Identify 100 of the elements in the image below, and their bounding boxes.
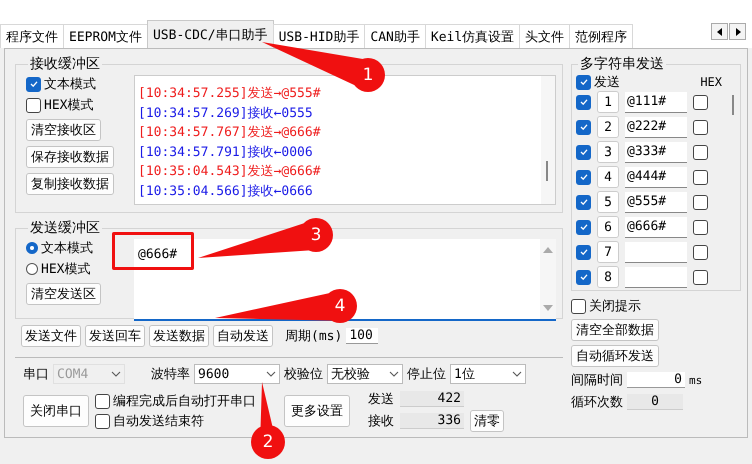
checkbox[interactable] <box>571 298 586 314</box>
loop-count: 0 <box>627 394 683 410</box>
clear-all-button[interactable]: 清空全部数据 <box>571 319 659 341</box>
log-line: [10:34:57.269]接收←0555 <box>138 104 314 122</box>
send-string-button[interactable]: 6 <box>597 216 619 238</box>
receive-action-button[interactable]: 复制接收数据 <box>26 173 114 195</box>
log-line: [10:35:04.543]发送→@666# <box>138 163 322 181</box>
radio-label: HEX模式 <box>41 261 90 278</box>
check-icon <box>28 79 38 89</box>
check-icon <box>578 147 588 157</box>
radio-label: 文本模式 <box>41 240 93 257</box>
interval-unit: ms <box>689 374 702 386</box>
interval-field[interactable]: 0 <box>627 372 685 388</box>
checkbox[interactable] <box>576 244 591 260</box>
tab[interactable]: 范例程序 <box>569 24 634 48</box>
hex-checkbox[interactable] <box>693 170 708 184</box>
receive-action-button[interactable]: 保存接收数据 <box>26 146 114 168</box>
checkbox[interactable] <box>576 270 591 284</box>
string-field[interactable]: @444# <box>625 166 687 188</box>
send-action-button[interactable]: 自动发送 <box>213 325 273 347</box>
tab[interactable]: USB-CDC/串口助手 <box>146 20 274 48</box>
string-field[interactable]: @333# <box>625 142 687 162</box>
hex-checkbox[interactable] <box>693 144 708 160</box>
hex-checkbox[interactable] <box>693 94 708 110</box>
checkbox[interactable] <box>576 194 591 210</box>
checkbox-label: HEX模式 <box>44 97 94 114</box>
string-field[interactable]: @555# <box>625 192 687 212</box>
radio-button[interactable] <box>26 263 38 275</box>
checkbox-label: 发送 <box>594 74 620 91</box>
check-icon <box>578 197 588 207</box>
log-line: [10:34:57.791]接收←0006 <box>138 144 314 162</box>
send-string-button[interactable]: 1 <box>597 91 619 113</box>
baud-label: 波特率 <box>151 366 190 383</box>
check-icon <box>578 272 588 282</box>
clear-send-button[interactable]: 清空发送区 <box>26 283 101 305</box>
scroll-right-button[interactable] <box>729 23 746 40</box>
period-field[interactable]: 100 <box>346 328 378 344</box>
receive-action-button[interactable]: 清空接收区 <box>26 119 101 141</box>
checkbox[interactable] <box>95 414 110 428</box>
radio-button[interactable] <box>26 242 38 254</box>
parity-dropdown[interactable]: 无校验 <box>327 364 403 384</box>
caret-icon <box>512 371 522 377</box>
send-string-button[interactable]: 7 <box>597 241 619 263</box>
hex-checkbox[interactable] <box>693 194 708 210</box>
auto-loop-send-button[interactable]: 自动循环发送 <box>571 345 659 367</box>
string-field[interactable]: @222# <box>625 116 687 138</box>
checkbox-label: 编程完成后自动打开串口 <box>113 393 256 410</box>
log-line: [10:34:57.767]发送→@666# <box>138 124 322 142</box>
hex-column-label: HEX <box>700 75 722 89</box>
received-count-label: 接收 <box>368 413 394 430</box>
string-field[interactable]: @111# <box>625 92 687 112</box>
group-title: 多字符串发送 <box>579 55 665 73</box>
group-title: 接收缓冲区 <box>29 55 101 73</box>
scroll-left-button[interactable] <box>711 23 728 40</box>
baud-dropdown[interactable]: 9600 <box>194 364 280 384</box>
send-string-button[interactable]: 8 <box>597 266 619 288</box>
right-arrow-icon <box>734 28 740 36</box>
interval-label: 间隔时间 <box>571 372 623 389</box>
checkbox-label: 文本模式 <box>44 76 96 93</box>
checkbox[interactable] <box>576 220 591 234</box>
scrollbar[interactable] <box>541 76 555 204</box>
more-settings-button[interactable]: 更多设置 <box>284 395 350 427</box>
caret-icon <box>266 371 276 377</box>
send-string-button[interactable]: 5 <box>597 191 619 213</box>
stop-bits-dropdown[interactable]: 1位 <box>450 364 526 384</box>
check-icon <box>578 122 588 132</box>
checkbox[interactable] <box>576 120 591 134</box>
left-arrow-icon <box>716 28 722 36</box>
hex-checkbox[interactable] <box>693 270 708 284</box>
send-string-button[interactable]: 3 <box>597 141 619 163</box>
checkbox[interactable] <box>576 94 591 110</box>
caret-icon <box>111 371 121 377</box>
tab[interactable]: USB-HID助手 <box>272 24 366 48</box>
stop-bits-label: 停止位 <box>407 366 446 383</box>
send-action-button[interactable]: 发送回车 <box>85 325 145 347</box>
sent-count: 422 <box>400 391 464 407</box>
port-label: 串口 <box>23 366 49 383</box>
checkbox[interactable] <box>576 74 591 90</box>
sent-count-label: 发送 <box>368 391 394 408</box>
string-field[interactable]: @666# <box>625 216 687 238</box>
close-port-button[interactable]: 关闭串口 <box>23 395 89 427</box>
check-icon <box>578 172 588 182</box>
hex-checkbox[interactable] <box>693 220 708 234</box>
checkbox[interactable] <box>576 144 591 160</box>
hex-checkbox[interactable] <box>693 120 708 134</box>
send-string-button[interactable]: 2 <box>597 116 619 138</box>
check-icon <box>578 247 588 257</box>
string-field[interactable] <box>625 266 687 288</box>
send-action-button[interactable]: 发送数据 <box>149 325 209 347</box>
send-action-button[interactable]: 发送文件 <box>21 325 81 347</box>
checkbox[interactable] <box>26 76 41 92</box>
string-field[interactable] <box>625 242 687 262</box>
tab[interactable]: 程序文件 <box>0 24 64 48</box>
checkbox[interactable] <box>26 98 41 112</box>
checkbox[interactable] <box>95 394 110 408</box>
send-string-button[interactable]: 4 <box>597 166 619 188</box>
checkbox[interactable] <box>576 170 591 184</box>
loop-count-label: 循环次数 <box>571 394 623 411</box>
hex-checkbox[interactable] <box>693 244 708 260</box>
reset-count-button[interactable]: 清零 <box>470 410 504 432</box>
